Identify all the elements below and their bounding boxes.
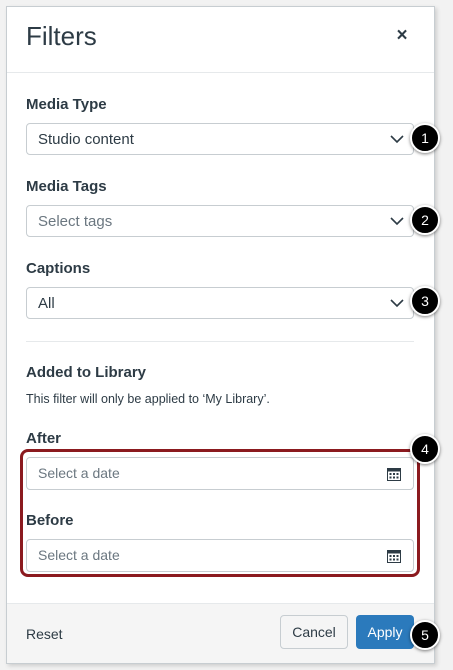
cancel-button[interactable]: Cancel — [280, 615, 348, 649]
callout-badge-3: 3 — [410, 286, 440, 316]
library-filter-note: This filter will only be applied to ‘My … — [26, 392, 270, 406]
panel-header: Filters × — [7, 7, 434, 73]
chevron-down-icon — [390, 135, 404, 144]
media-tags-label: Media Tags — [26, 178, 107, 195]
page-title: Filters — [26, 21, 97, 51]
media-tags-placeholder: Select tags — [38, 213, 113, 230]
after-label: After — [26, 430, 62, 447]
panel-footer: Reset Cancel Apply — [7, 603, 434, 663]
added-to-library-label: Added to Library — [26, 364, 147, 381]
media-type-label: Media Type — [26, 96, 107, 113]
captions-select[interactable]: All — [26, 287, 414, 319]
captions-label: Captions — [26, 260, 91, 277]
media-tags-select[interactable]: Select tags — [26, 205, 414, 237]
callout-badge-2: 2 — [410, 205, 440, 235]
callout-badge-1: 1 — [410, 123, 440, 153]
callout-badge-5: 5 — [410, 620, 440, 650]
chevron-down-icon — [390, 299, 404, 308]
reset-button[interactable]: Reset — [26, 626, 63, 642]
media-type-value: Studio content — [38, 131, 134, 148]
callout-badge-4: 4 — [410, 434, 440, 464]
apply-button[interactable]: Apply — [356, 615, 414, 649]
section-divider — [26, 341, 414, 342]
chevron-down-icon — [390, 217, 404, 226]
date-range-highlight — [20, 449, 420, 577]
close-icon[interactable]: × — [391, 25, 413, 47]
captions-value: All — [38, 295, 55, 312]
media-type-select[interactable]: Studio content — [26, 123, 414, 155]
filters-panel: Filters × Media Type Studio content Medi… — [6, 6, 435, 664]
